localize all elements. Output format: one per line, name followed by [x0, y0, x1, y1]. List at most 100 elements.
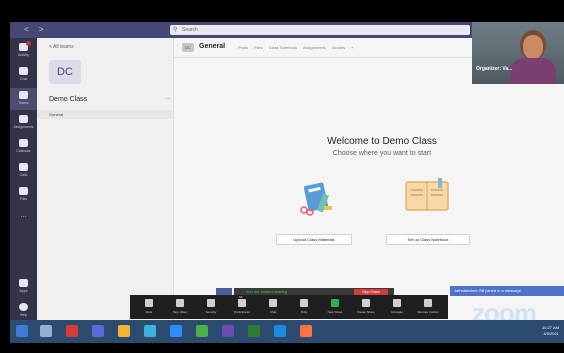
control-label: Remote Control	[417, 310, 439, 314]
rail-label: Help	[19, 313, 28, 317]
tab-grades[interactable]: Grades	[332, 45, 345, 50]
team-avatar: DC	[49, 60, 81, 84]
rail-item-files[interactable]: Files	[10, 184, 37, 206]
search-icon: ⚲	[173, 27, 178, 33]
team-name[interactable]: Demo Class	[49, 96, 87, 103]
onenote-icon[interactable]	[222, 325, 234, 337]
rail-item-calendar[interactable]: Calendar	[10, 136, 37, 158]
phone-icon	[19, 163, 28, 171]
control-label: Stop Video	[172, 310, 188, 314]
rail-item-apps[interactable]: Apps	[10, 276, 37, 298]
rail-item-more[interactable]: ...	[10, 208, 37, 230]
rail-label: Activity	[17, 53, 30, 57]
search-input[interactable]: ⚲ Search	[170, 25, 470, 35]
participant-body	[510, 58, 556, 84]
task-view-icon[interactable]	[40, 325, 52, 337]
chat-notification[interactable]: Jathalakshmi Gill joined in a message	[450, 286, 564, 296]
security-button[interactable]: Security	[196, 298, 226, 318]
class-notebook-illustration	[405, 178, 449, 211]
remote-icon	[424, 299, 432, 307]
rail-label: Chat	[19, 77, 28, 81]
excel-icon[interactable]	[248, 325, 260, 337]
calendar-icon	[19, 139, 28, 147]
control-label: Participants	[234, 310, 250, 314]
teams-icon	[19, 91, 28, 99]
rail-item-activity[interactable]: Activity	[10, 40, 37, 62]
start-icon[interactable]	[16, 325, 28, 337]
app-rail: Activity Chat Teams Assignments Calendar…	[10, 38, 37, 327]
annotate-button[interactable]: Annotate	[382, 298, 412, 318]
more-icon: ...	[20, 212, 27, 219]
rail-item-assignments[interactable]: Assignments	[10, 112, 37, 134]
search-placeholder: Search	[182, 27, 198, 33]
control-label: Annotate	[390, 310, 403, 314]
polls-button[interactable]: Polls	[289, 298, 319, 318]
control-label: Polls	[300, 310, 308, 314]
teams-app-icon[interactable]	[92, 325, 104, 337]
shield-icon	[207, 299, 215, 307]
rail-item-calls[interactable]: Calls	[10, 160, 37, 182]
upload-class-materials-button[interactable]: Upload Class Materials	[276, 234, 352, 245]
channel-list-pane: < All teams DC Demo Class ... General	[37, 38, 174, 327]
annotate-icon	[393, 299, 401, 307]
clock-date: 4/5/2021	[543, 331, 559, 336]
notification-badge	[26, 41, 31, 46]
control-label: Chat	[269, 310, 277, 314]
rail-label: Calendar	[16, 149, 31, 153]
share-icon	[331, 299, 339, 307]
taskbar-clock[interactable]: 10:27 AM 4/5/2021	[542, 325, 559, 337]
channel-item-general[interactable]: General	[37, 110, 173, 119]
control-label: Mute	[145, 310, 153, 314]
welcome-title: Welcome to Demo Class	[327, 136, 437, 147]
new-share-button[interactable]: New Share	[320, 298, 350, 318]
channel-tabs: Posts Files Class Notebook Assignments G…	[238, 45, 358, 50]
remote-control-button[interactable]: Remote Control	[413, 298, 443, 318]
rail-item-chat[interactable]: Chat	[10, 64, 37, 86]
participant-name: Organizer: Va...	[476, 66, 513, 72]
mute-button[interactable]: Mute	[134, 298, 164, 318]
folder-icon[interactable]	[118, 325, 130, 337]
assignments-icon	[19, 115, 28, 123]
tab-posts[interactable]: Posts	[238, 45, 248, 50]
zoom-app-icon[interactable]	[170, 325, 182, 337]
mic-icon	[145, 299, 153, 307]
all-teams-link[interactable]: < All teams	[49, 44, 74, 50]
rail-label: Assignments	[13, 125, 34, 129]
control-label: Pause Share	[357, 310, 375, 314]
participants-button[interactable]: 58 Participants	[227, 295, 257, 318]
rail-item-teams[interactable]: Teams	[10, 88, 37, 110]
chrome-icon[interactable]	[196, 325, 208, 337]
participants-icon	[238, 299, 246, 307]
tab-files[interactable]: Files	[254, 45, 262, 50]
stop-video-button[interactable]: Stop Video	[165, 298, 195, 318]
rail-item-help[interactable]: Help	[10, 300, 37, 322]
tab-class-notebook[interactable]: Class Notebook	[269, 45, 297, 50]
screen: < > ⚲ Search Activity Chat Teams Assignm…	[10, 22, 564, 343]
team-more-button[interactable]: ...	[165, 94, 171, 101]
welcome-subtitle: Choose where you want to start	[332, 150, 432, 157]
nav-arrows[interactable]: < >	[24, 25, 48, 34]
class-materials-illustration	[300, 182, 332, 216]
word-icon[interactable]	[274, 325, 286, 337]
chat-button[interactable]: Chat	[258, 298, 288, 318]
rail-label: Apps	[19, 289, 28, 293]
pause-share-button[interactable]: Pause Share	[351, 298, 381, 318]
control-label: New Share	[327, 310, 343, 314]
apps-icon	[19, 279, 28, 287]
pause-icon	[362, 299, 370, 307]
video-tile[interactable]: Organizer: Va...	[472, 22, 564, 84]
zoom-meeting-controls: Mute Stop Video Security 58 Participants…	[130, 295, 448, 319]
add-tab-button[interactable]: +	[351, 45, 353, 50]
chat-icon	[19, 67, 28, 75]
file-icon	[19, 187, 28, 195]
control-label: Security	[205, 310, 217, 314]
rail-label: Files	[19, 197, 28, 201]
tab-assignments[interactable]: Assignments	[303, 45, 326, 50]
setup-class-notebook-button[interactable]: Set up Class Notebook	[386, 234, 470, 245]
edge-icon[interactable]	[144, 325, 156, 337]
participant-face	[523, 35, 543, 59]
rail-label: Teams	[18, 101, 29, 105]
pdf-app-icon[interactable]	[66, 325, 78, 337]
powerpoint-icon[interactable]	[300, 325, 312, 337]
chat-icon	[269, 299, 277, 307]
